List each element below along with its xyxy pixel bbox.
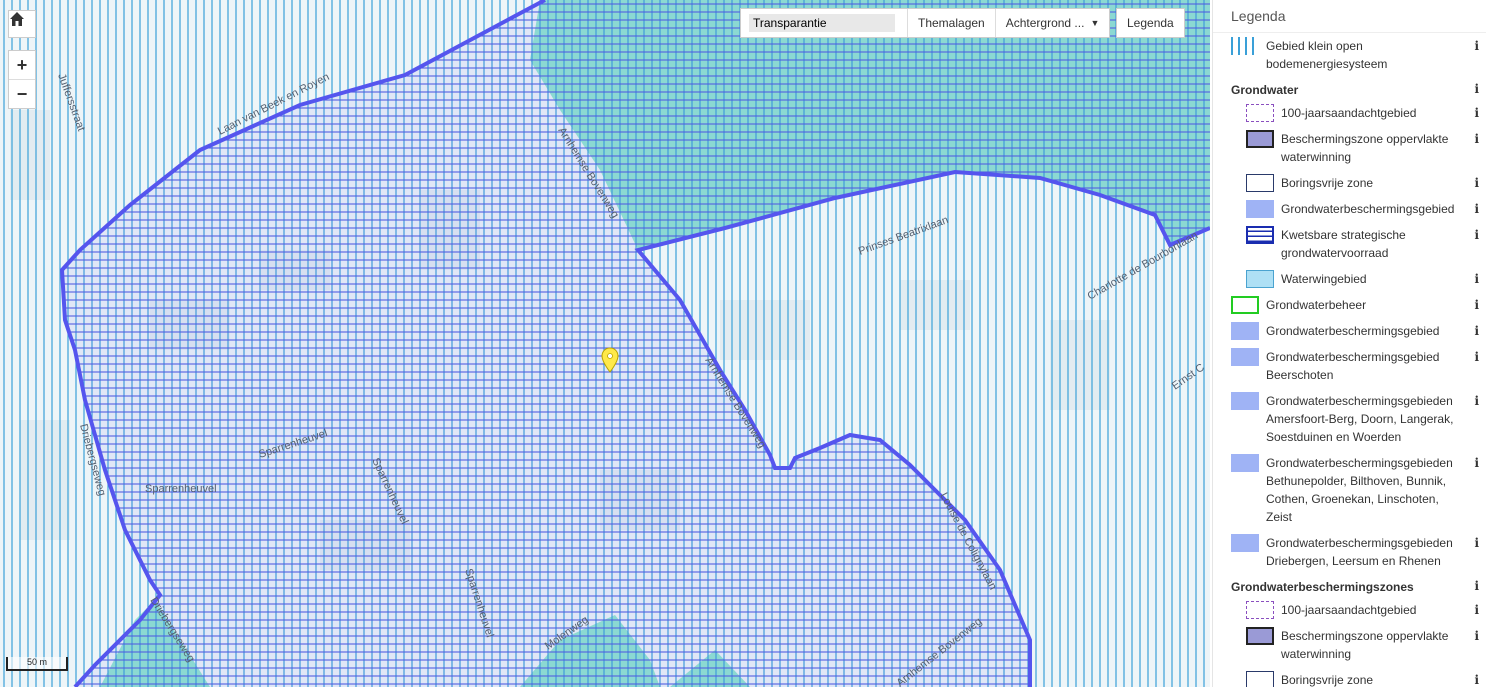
info-icon[interactable]: i [1474,270,1479,288]
legend-swatch [1246,671,1274,687]
info-icon[interactable]: i [1474,322,1479,340]
transparency-control [741,9,907,37]
legend-item: Grondwaterbeheer i [1213,292,1486,318]
legend-group-label: Grondwaterbeschermingszones [1231,580,1414,594]
info-icon[interactable]: i [1474,130,1479,148]
legend-item: Boringsvrije zone i [1213,667,1486,687]
scale-bar: 50 m [6,657,68,671]
info-icon[interactable]: i [1474,296,1479,314]
legend-item: Beschermingszone oppervlakte waterwinnin… [1213,623,1486,667]
info-icon[interactable]: i [1474,534,1479,552]
info-icon[interactable]: i [1474,174,1479,192]
legend-item: Kwetsbare strategische grondwatervoorraa… [1213,222,1486,266]
home-icon [10,12,24,26]
map-toolbar: Themalagen Achtergrond ... ▼ [740,8,1111,38]
legend-title: Legenda [1213,0,1486,33]
legend-item-label: Grondwaterbeschermingsgebieden Bethunepo… [1266,456,1453,524]
caret-down-icon: ▼ [1090,18,1100,28]
info-icon[interactable]: i [1474,392,1479,410]
street-label: Sparrenheuvel [145,483,217,495]
legend-swatch [1246,601,1274,619]
legend-swatch [1246,226,1274,244]
info-icon[interactable]: i [1474,601,1479,619]
info-icon[interactable]: i [1474,454,1479,472]
legend-list: Gebied klein open bodemenergiesysteem i Gr… [1213,33,1486,687]
legend-item-label: 100-jaarsaandachtgebied [1281,603,1417,617]
info-icon[interactable]: i [1474,226,1479,244]
achtergrond-dropdown[interactable]: Achtergrond ... ▼ [994,9,1110,37]
legend-item: Grondwaterbeschermingsgebieden Amersfoor… [1213,388,1486,450]
legend-item-label: Grondwaterbeschermingsgebieden Drieberge… [1266,536,1453,568]
legend-item-label: Grondwaterbeheer [1266,298,1367,312]
info-icon[interactable]: i [1474,579,1479,593]
info-icon[interactable]: i [1474,82,1479,96]
legend-item: Waterwingebied i [1213,266,1486,292]
legend-item-label: Grondwaterbeschermingsgebieden Amersfoor… [1266,394,1454,444]
info-icon[interactable]: i [1474,37,1479,55]
legend-item: Boringsvrije zone i [1213,170,1486,196]
themalagen-button[interactable]: Themalagen [907,9,995,37]
info-icon[interactable]: i [1474,200,1479,218]
map-canvas[interactable]: Juffersstraat Laan van Beek en Royen Arn… [0,0,1210,687]
achtergrond-label: Achtergrond ... [1005,16,1085,30]
legend-swatch [1231,37,1259,55]
legend-item-label: Beschermingszone oppervlakte waterwinnin… [1281,132,1449,164]
legend-swatch [1246,130,1274,148]
transparency-slider[interactable] [749,14,895,32]
legend-swatch [1246,174,1274,192]
legend-item: 100-jaarsaandachtgebied i [1213,597,1486,623]
legend-item-label: Boringsvrije zone [1281,176,1374,190]
legend-group-heading: Grondwater i [1213,77,1486,100]
legend-swatch [1231,296,1259,314]
home-button[interactable] [8,10,36,38]
legend-item: Grondwaterbeschermingsgebied i [1213,318,1486,344]
legenda-button[interactable]: Legenda [1116,8,1185,38]
legend-panel: Legenda Gebied klein open bodemenergiesy… [1212,0,1486,687]
legend-item: Grondwaterbeschermingsgebieden Bethunepo… [1213,450,1486,530]
info-icon[interactable]: i [1474,671,1479,687]
legend-swatch [1246,200,1274,218]
legend-swatch [1246,270,1274,288]
info-icon[interactable]: i [1474,627,1479,645]
zoom-control: + − [8,50,36,109]
legend-item-label: Kwetsbare strategische grondwatervoorraa… [1281,228,1406,260]
legend-item: Beschermingszone oppervlakte waterwinnin… [1213,126,1486,170]
map-view[interactable]: Juffersstraat Laan van Beek en Royen Arn… [0,0,1210,687]
legend-item-label: Grondwaterbeschermingsgebied [1281,202,1455,216]
legend-item-label: Boringsvrije zone [1281,673,1374,687]
legend-item-label: 100-jaarsaandachtgebied [1281,106,1417,120]
legend-swatch [1231,534,1259,552]
legend-group-label: Grondwater [1231,83,1299,97]
info-icon[interactable]: i [1474,104,1479,122]
legend-swatch [1231,392,1259,410]
legend-item-label: Grondwaterbeschermingsgebied Beerschoten [1266,350,1440,382]
legend-group-heading: Grondwaterbeschermingszones i [1213,574,1486,597]
legend-swatch [1231,348,1259,366]
zoom-out-button[interactable]: − [9,80,35,108]
legend-item-label: Gebied klein open bodemenergiesysteem [1266,39,1388,71]
legend-item: 100-jaarsaandachtgebied i [1213,100,1486,126]
zoom-in-button[interactable]: + [9,51,35,80]
info-icon[interactable]: i [1474,348,1479,366]
legend-item: Grondwaterbeschermingsgebied i [1213,196,1486,222]
legend-swatch [1246,627,1274,645]
legend-swatch [1231,322,1259,340]
legend-item: Grondwaterbeschermingsgebieden Drieberge… [1213,530,1486,574]
legend-item: Grondwaterbeschermingsgebied Beerschoten… [1213,344,1486,388]
legend-item-label: Grondwaterbeschermingsgebied [1266,324,1440,338]
legend-item-label: Waterwingebied [1281,272,1367,286]
legend-item-label: Beschermingszone oppervlakte waterwinnin… [1281,629,1449,661]
legend-swatch [1246,104,1274,122]
legend-item: Gebied klein open bodemenergiesysteem i [1213,33,1486,77]
legend-swatch [1231,454,1259,472]
